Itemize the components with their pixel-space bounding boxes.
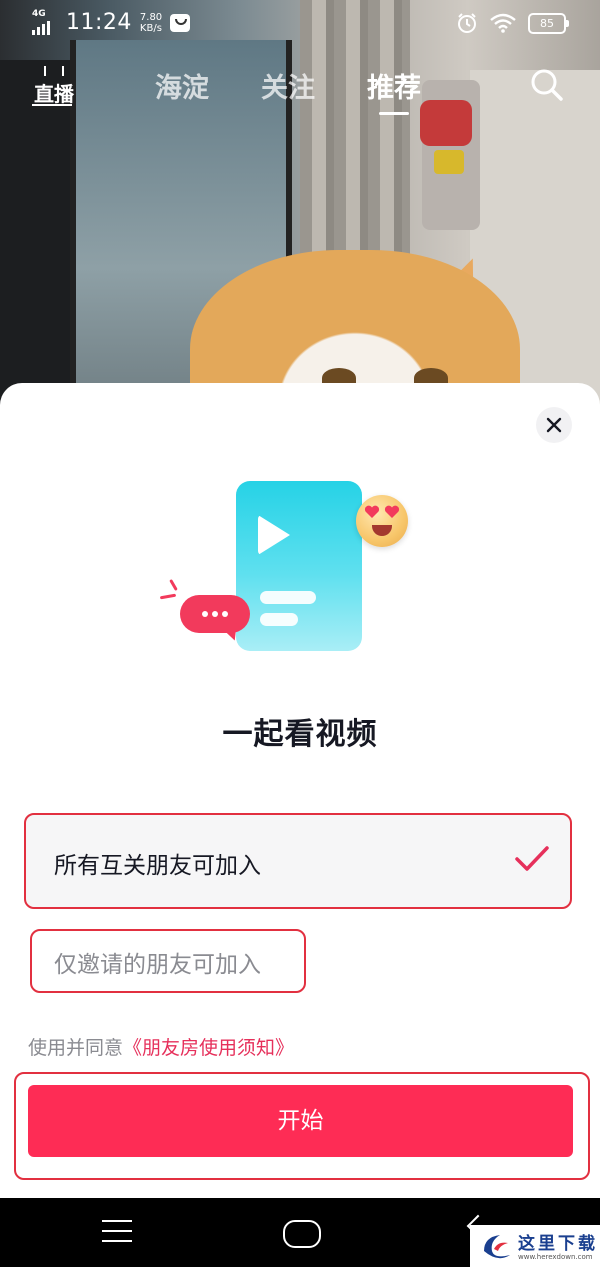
play-icon — [258, 515, 290, 555]
text-line — [260, 591, 316, 604]
battery-level: 85 — [540, 16, 554, 30]
wifi-icon — [490, 13, 516, 33]
battery-icon: 85 — [528, 12, 569, 34]
menu-icon[interactable] — [102, 1220, 132, 1250]
watch-together-illustration — [150, 475, 450, 655]
watermark-logo — [484, 1235, 510, 1259]
option-label: 所有互关朋友可加入 — [54, 853, 261, 879]
home-icon[interactable] — [283, 1220, 321, 1248]
start-button[interactable]: 开始 — [28, 1085, 573, 1157]
network-speed: 7.80 KB/s — [140, 12, 162, 34]
tv-antenna-icon — [44, 66, 64, 76]
status-bar: 4G 11:24 7.80 KB/s 85 — [0, 0, 600, 48]
tab-following[interactable]: 关注 — [261, 66, 315, 105]
watermark-url: www.herexdown.com — [518, 1253, 593, 1261]
watch-together-sheet: 一起看视频 所有互关朋友可加入 仅邀请的朋友可加入 使用并同意《朋友房使用须知》… — [0, 383, 600, 1198]
video-vacuum-label — [434, 150, 464, 174]
speed-unit: KB/s — [139, 22, 162, 34]
heart-eyes-emoji-icon — [356, 495, 408, 547]
network-type: 4G — [32, 8, 46, 19]
tab-recommended[interactable]: 推荐 — [367, 66, 421, 115]
tab-haidian[interactable]: 海淀 — [155, 66, 209, 105]
notification-icon — [170, 13, 191, 32]
watermark: 这里下载 www.herexdown.com — [470, 1225, 600, 1267]
speed-value: 7.80 — [139, 11, 163, 23]
emoji-mouth — [372, 525, 392, 536]
top-nav: 直播 海淀 关注 推荐 — [0, 60, 600, 120]
signal-icon: 4G — [32, 8, 58, 35]
text-line — [260, 613, 298, 626]
check-icon — [515, 846, 549, 871]
spark-decoration — [169, 579, 178, 591]
search-icon[interactable] — [530, 68, 564, 102]
chat-bubble-icon — [180, 595, 250, 633]
option-invited-friends-only[interactable]: 仅邀请的朋友可加入 — [30, 929, 306, 993]
phone-screen-icon — [236, 481, 362, 651]
feed-tabs: 海淀 关注 推荐 — [155, 66, 421, 115]
close-button[interactable] — [536, 407, 572, 443]
watermark-text: 这里下载 — [518, 1234, 598, 1254]
agreement-text: 使用并同意《朋友房使用须知》 — [28, 1033, 294, 1060]
tv-base — [32, 104, 72, 106]
sheet-title: 一起看视频 — [222, 717, 378, 752]
spark-decoration — [159, 593, 177, 600]
close-icon — [546, 417, 562, 433]
live-label: 直播 — [34, 82, 74, 106]
agreement-prefix: 使用并同意 — [28, 1037, 124, 1059]
live-button[interactable]: 直播 — [32, 66, 76, 110]
alarm-icon — [458, 13, 476, 33]
option-label: 仅邀请的朋友可加入 — [54, 952, 261, 978]
clock: 11:24 — [66, 10, 132, 35]
option-all-mutual-friends[interactable]: 所有互关朋友可加入 — [24, 813, 572, 909]
agreement-link[interactable]: 《朋友房使用须知》 — [123, 1037, 294, 1059]
